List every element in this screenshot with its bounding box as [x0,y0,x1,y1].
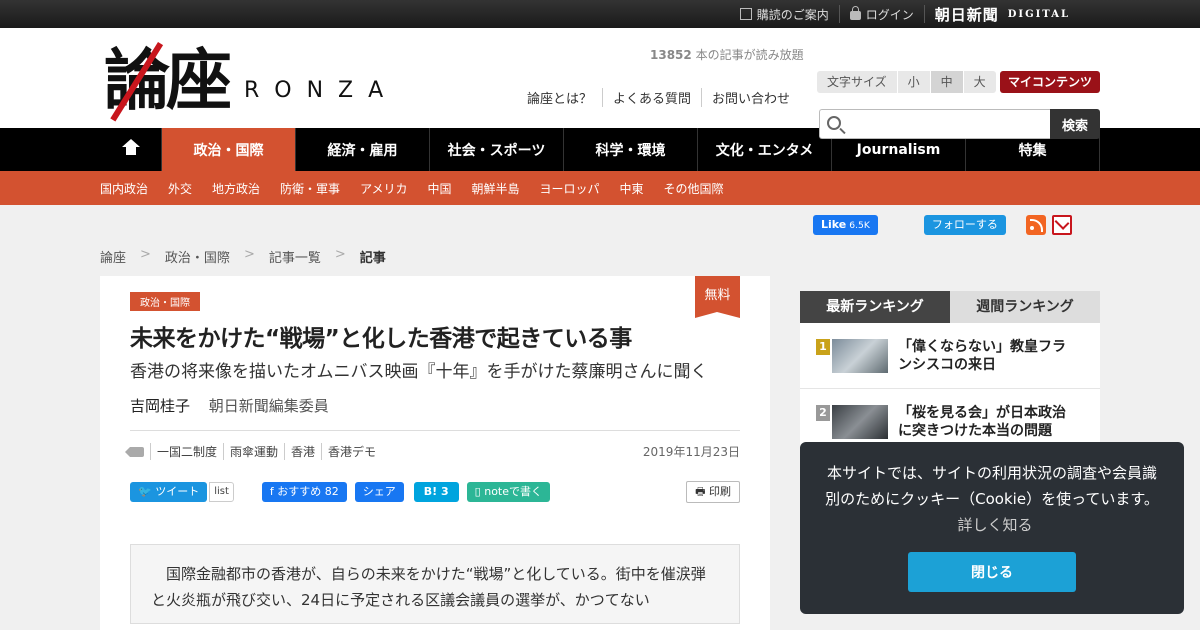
breadcrumb-home[interactable]: 論座 [100,247,126,266]
twitter-follow-button[interactable]: フォローする [923,215,1006,235]
top-bar: 購読のご案内 ログイン 朝日新聞 DIGITAL [0,0,1200,28]
cookie-banner: 本サイトでは、サイトの利用状況の調査や会員識別のためにクッキー（Cookie）を… [800,442,1184,614]
font-size-large[interactable]: 大 [963,71,996,93]
nav-economy[interactable]: 経済・雇用 [296,128,430,171]
breadcrumb-separator: > [243,247,255,262]
facebook-share-button[interactable]: シェア [354,482,404,502]
subnav-item[interactable]: その他国際 [664,180,724,197]
divider [130,430,740,431]
subnav-item[interactable]: 中東 [620,180,644,197]
author-org: 朝日新聞編集委員 [208,397,329,415]
subscribe-link[interactable]: 購読のご案内 [730,5,839,23]
breadcrumb: 論座 > 政治・国際 > 記事一覧 > 記事 [100,247,386,266]
document-icon [739,8,752,20]
font-size-selector: 文字サイズ 小 中 大 [817,71,996,93]
search-input[interactable] [819,109,1050,139]
font-size-small[interactable]: 小 [897,71,931,93]
twitter-list-button[interactable]: list [209,482,234,502]
thumbnail-image [832,404,888,439]
site-header: 論座 RONZA 13852 本の記事が読み放題 文字サイズ 小 中 大 マイコ… [0,28,1200,139]
ronza-logo[interactable]: 論座 RONZA [104,38,398,122]
ranking-panel: 最新ランキング 週間ランキング 1 「偉くならない」教皇フランシスコの来日 2 … [800,291,1100,455]
subnav-item[interactable]: 中国 [427,180,451,197]
cookie-more-link[interactable]: 詳しく知る [957,516,1032,534]
subnav-item[interactable]: 国内政治 [100,180,148,197]
tweet-button[interactable]: 🐦 ツイート [130,482,208,502]
nav-science[interactable]: 科学・環境 [564,128,698,171]
tag-item[interactable]: 香港 [284,443,321,460]
breadcrumb-category[interactable]: 政治・国際 [165,247,230,266]
print-button[interactable]: 🖶 印刷 [686,481,740,503]
tag-item[interactable]: 雨傘運動 [223,443,284,460]
rank-number: 1 [816,339,830,355]
social-follow-bar: Like 6.5K フォローする [813,215,1072,235]
about-link[interactable]: 論座とは？ [517,88,602,107]
tab-latest-ranking[interactable]: 最新ランキング [800,291,950,323]
subnav-item[interactable]: 地方政治 [212,180,260,197]
subnav-item[interactable]: 外交 [168,180,192,197]
category-badge[interactable]: 政治・国際 [130,292,200,311]
nav-home[interactable] [100,128,162,171]
tag-item[interactable]: 香港デモ [321,443,382,460]
tag-item[interactable]: 一国二制度 [150,443,223,460]
nav-culture[interactable]: 文化・エンタメ [698,128,832,171]
breadcrumb-separator: > [140,247,151,262]
ranking-item[interactable]: 1 「偉くならない」教皇フランシスコの来日 [800,323,1100,389]
breadcrumb-list[interactable]: 記事一覧 [269,247,321,266]
breadcrumb-separator: > [334,247,346,262]
hatena-bookmark-button[interactable]: B! 3 [413,482,459,502]
facebook-like-button[interactable]: Like 6.5K [813,215,878,235]
article-subtitle: 香港の将来像を描いたオムニバス映画『十年』を手がけた蔡廉明さんに聞く [130,362,708,382]
note-button[interactable]: ▯ noteで書く [466,482,551,502]
breadcrumb-current: 記事 [359,251,386,266]
asahi-digital-logo[interactable]: 朝日新聞 DIGITAL [923,5,1080,24]
header-links: 論座とは？ よくある質問 お問い合わせ [517,88,800,107]
logo-latin: RONZA [244,77,399,103]
publish-date: 2019年11月23日 [642,445,740,459]
search-button[interactable]: 検索 [1050,109,1100,139]
search-icon [827,116,841,130]
subnav-item[interactable]: 朝鮮半島 [471,180,519,197]
ranking-tabs: 最新ランキング 週間ランキング [800,291,1100,323]
search-box: 検索 [819,109,1100,139]
contact-link[interactable]: お問い合わせ [700,88,800,107]
article-lead: 国際金融都市の香港が、自らの未来をかけた“戦場”と化している。街中を催涙弾と火炎… [130,544,740,624]
subnav-item[interactable]: アメリカ [360,180,407,197]
thumbnail-image [832,338,888,373]
cookie-close-button[interactable]: 閉じる [908,552,1076,592]
my-content-button[interactable]: マイコンテンツ [1000,71,1100,93]
nav-politics[interactable]: 政治・国際 [162,128,296,171]
font-size-label: 文字サイズ [817,71,898,93]
ranking-title: 「桜を見る会」が日本政治に突きつけた本当の問題 [898,404,1066,439]
ranking-title: 「偉くならない」教皇フランシスコの来日 [898,338,1066,373]
faq-link[interactable]: よくある質問 [601,88,701,107]
subnav-item[interactable]: ヨーロッパ [540,180,600,197]
article-title: 未来をかけた“戦場”と化した香港で起きている事 [130,326,632,352]
tab-weekly-ranking[interactable]: 週間ランキング [950,291,1100,323]
lock-icon [849,6,861,20]
tag-icon [125,446,144,457]
font-size-medium[interactable]: 中 [930,71,964,93]
home-icon [121,138,140,157]
login-link[interactable]: ログイン [838,5,924,23]
mail-icon[interactable] [1051,215,1072,235]
sub-nav: 国内政治 外交 地方政治 防衛・軍事 アメリカ 中国 朝鮮半島 ヨーロッパ 中東… [0,171,1200,205]
free-badge: 無料 [695,276,740,318]
article-counter: 13852 本の記事が読み放題 [650,48,804,62]
share-bar: 🐦 ツイート list f おすすめ 82 シェア B! 3 ▯ noteで書く… [130,481,740,503]
tag-list: 一国二制度 雨傘運動 香港 香港デモ 2019年11月23日 [125,443,740,460]
rank-number: 2 [816,405,830,421]
cookie-text: 本サイトでは、サイトの利用状況の調査や会員識別のためにクッキー（Cookie）を… [825,464,1159,508]
rss-icon[interactable] [1025,215,1046,235]
article-card: 無料 政治・国際 未来をかけた“戦場”と化した香港で起きている事 香港の将来像を… [100,276,770,630]
nav-society[interactable]: 社会・スポーツ [430,128,564,171]
author-name[interactable]: 吉岡桂子 [130,397,190,415]
subnav-item[interactable]: 防衛・軍事 [280,180,340,197]
author-line: 吉岡桂子 朝日新聞編集委員 [130,395,740,416]
facebook-recommend-button[interactable]: f おすすめ 82 [261,482,347,502]
